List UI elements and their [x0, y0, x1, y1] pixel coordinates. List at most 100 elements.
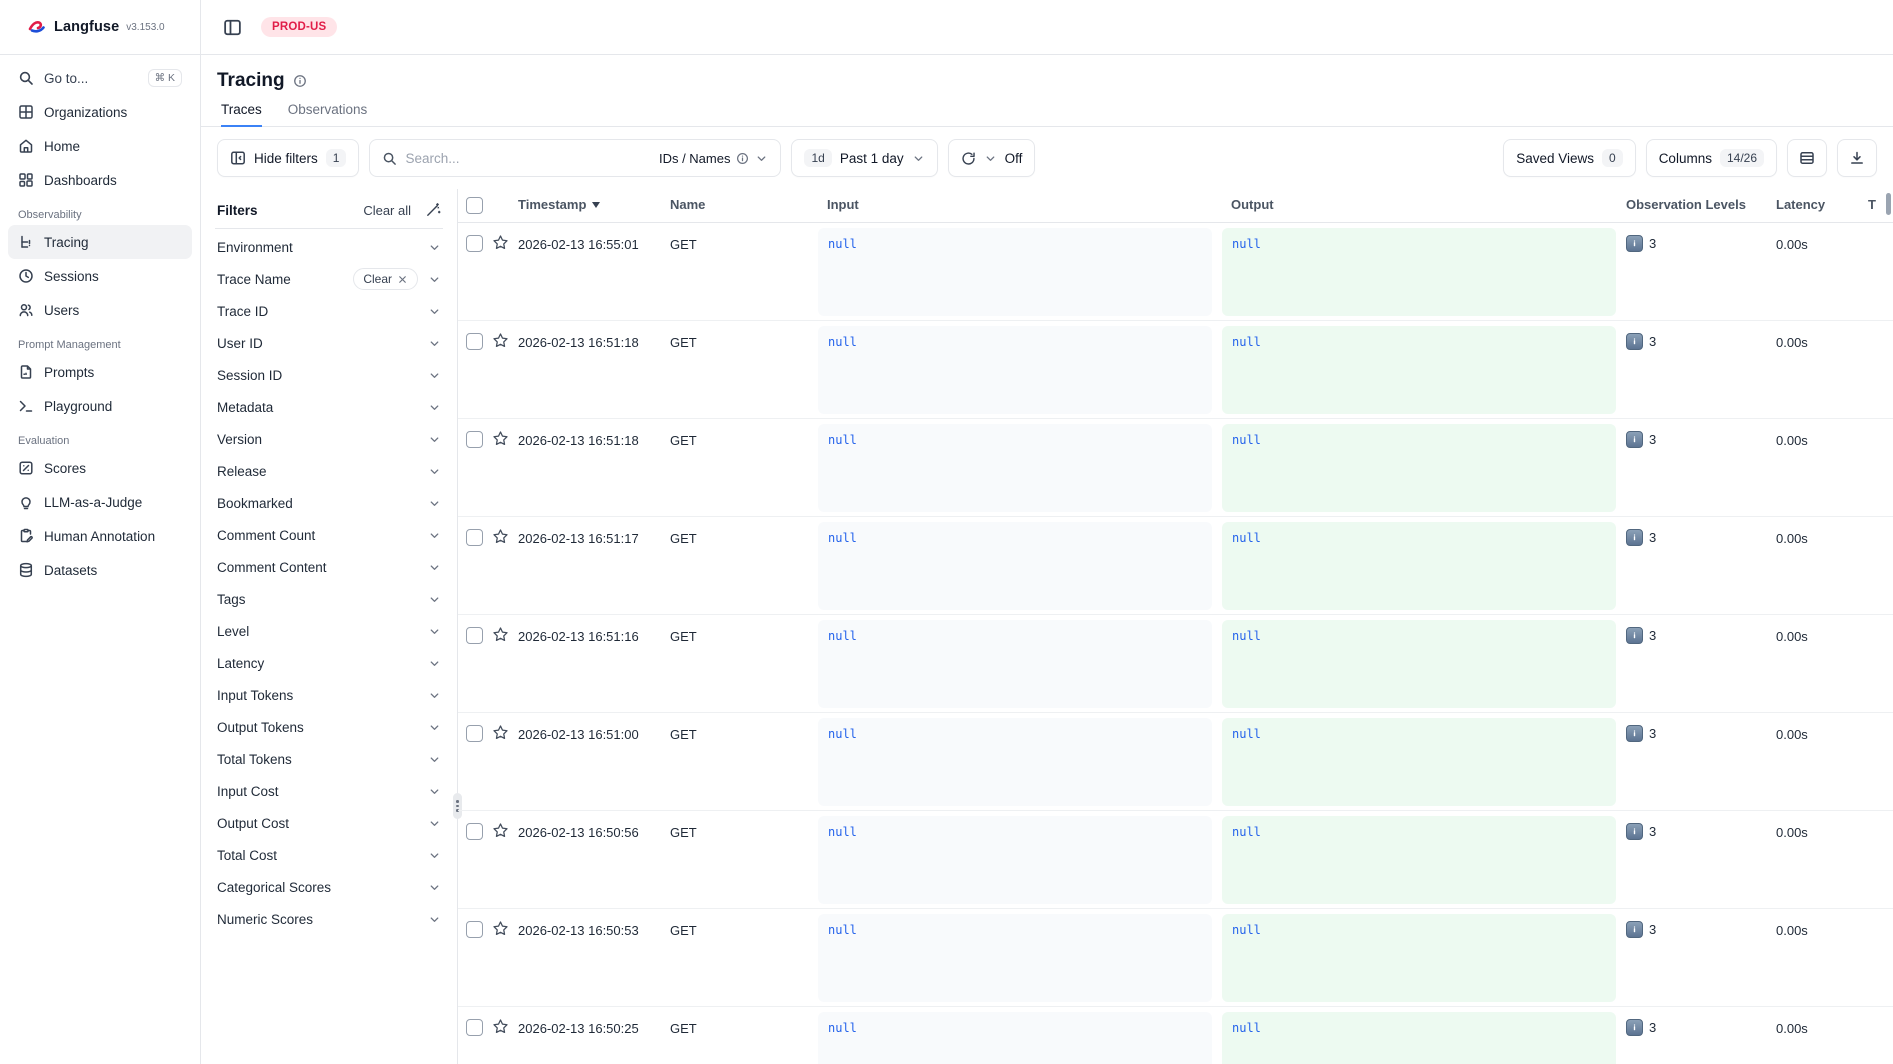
sidebar-item-llm-judge[interactable]: LLM-as-a-Judge: [8, 485, 192, 519]
output-cell[interactable]: null: [1222, 718, 1616, 806]
row-checkbox[interactable]: [466, 627, 483, 644]
bookmark-star-icon[interactable]: [492, 822, 518, 839]
sidebar-item-scores[interactable]: Scores: [8, 451, 192, 485]
col-latency[interactable]: Latency: [1776, 189, 1868, 212]
row-checkbox[interactable]: [466, 235, 483, 252]
col-observation-levels[interactable]: Observation Levels: [1626, 189, 1776, 212]
input-cell[interactable]: null: [818, 326, 1212, 414]
bookmark-star-icon[interactable]: [492, 1018, 518, 1035]
sidebar-item-human-annotation[interactable]: Human Annotation: [8, 519, 192, 553]
filter-session-id[interactable]: Session ID: [217, 359, 441, 391]
row-checkbox[interactable]: [466, 1019, 483, 1036]
auto-refresh-button[interactable]: Off: [948, 139, 1036, 177]
filter-input-tokens[interactable]: Input Tokens: [217, 679, 441, 711]
table-row[interactable]: 2026-02-13 16:55:01 GET null null 3 0.00…: [458, 223, 1893, 321]
col-timestamp[interactable]: Timestamp: [518, 189, 670, 212]
bookmark-star-icon[interactable]: [492, 920, 518, 937]
filter-comment-count[interactable]: Comment Count: [217, 519, 441, 551]
select-all-checkbox[interactable]: [466, 197, 483, 214]
output-cell[interactable]: null: [1222, 326, 1616, 414]
sidebar-item-dashboards[interactable]: Dashboards: [8, 163, 192, 197]
row-height-button[interactable]: [1787, 139, 1827, 177]
goto-search[interactable]: Go to... ⌘ K: [8, 61, 192, 95]
input-cell[interactable]: null: [818, 718, 1212, 806]
row-checkbox[interactable]: [466, 333, 483, 350]
sidebar-item-datasets[interactable]: Datasets: [8, 553, 192, 587]
table-row[interactable]: 2026-02-13 16:50:25 GET null null 3 0.00…: [458, 1007, 1893, 1064]
tab-traces[interactable]: Traces: [221, 102, 262, 126]
table-row[interactable]: 2026-02-13 16:51:17 GET null null 3 0.00…: [458, 517, 1893, 615]
time-range-button[interactable]: 1d Past 1 day: [791, 139, 937, 177]
filter-version[interactable]: Version: [217, 423, 441, 455]
input-cell[interactable]: null: [818, 228, 1212, 316]
wand-sparkles-icon[interactable]: [425, 202, 441, 218]
input-cell[interactable]: null: [818, 1012, 1212, 1064]
filter-latency[interactable]: Latency: [217, 647, 441, 679]
sidebar-toggle-button[interactable]: [217, 12, 247, 42]
sidebar-item-prompts[interactable]: Prompts: [8, 355, 192, 389]
bookmark-star-icon[interactable]: [492, 430, 518, 447]
col-output[interactable]: Output: [1222, 189, 1626, 212]
filter-categorical-scores[interactable]: Categorical Scores: [217, 871, 441, 903]
filter-output-tokens[interactable]: Output Tokens: [217, 711, 441, 743]
sidebar-item-home[interactable]: Home: [8, 129, 192, 163]
row-checkbox[interactable]: [466, 823, 483, 840]
input-cell[interactable]: null: [818, 424, 1212, 512]
bookmark-star-icon[interactable]: [492, 724, 518, 741]
export-button[interactable]: [1837, 139, 1877, 177]
row-checkbox[interactable]: [466, 431, 483, 448]
bookmark-star-icon[interactable]: [492, 332, 518, 349]
filter-output-cost[interactable]: Output Cost: [217, 807, 441, 839]
filter-user-id[interactable]: User ID: [217, 327, 441, 359]
table-row[interactable]: 2026-02-13 16:51:18 GET null null 3 0.00…: [458, 419, 1893, 517]
filter-input-cost[interactable]: Input Cost: [217, 775, 441, 807]
filter-trace-id[interactable]: Trace ID: [217, 295, 441, 327]
clear-all-filters[interactable]: Clear all: [363, 203, 411, 218]
filter-bookmarked[interactable]: Bookmarked: [217, 487, 441, 519]
output-cell[interactable]: null: [1222, 228, 1616, 316]
sidebar-item-playground[interactable]: Playground: [8, 389, 192, 423]
columns-button[interactable]: Columns 14/26: [1646, 139, 1777, 177]
sidebar-item-organizations[interactable]: Organizations: [8, 95, 192, 129]
row-checkbox[interactable]: [466, 921, 483, 938]
table-row[interactable]: 2026-02-13 16:51:16 GET null null 3 0.00…: [458, 615, 1893, 713]
filter-tags[interactable]: Tags: [217, 583, 441, 615]
filter-clear-pill[interactable]: Clear: [353, 268, 418, 290]
input-cell[interactable]: null: [818, 522, 1212, 610]
search-input[interactable]: [405, 151, 650, 166]
input-cell[interactable]: null: [818, 620, 1212, 708]
filter-trace-name[interactable]: Trace Name Clear: [217, 263, 441, 295]
bookmark-star-icon[interactable]: [492, 528, 518, 545]
filter-total-cost[interactable]: Total Cost: [217, 839, 441, 871]
row-checkbox[interactable]: [466, 529, 483, 546]
saved-views-button[interactable]: Saved Views 0: [1503, 139, 1635, 177]
filter-release[interactable]: Release: [217, 455, 441, 487]
output-cell[interactable]: null: [1222, 522, 1616, 610]
filter-metadata[interactable]: Metadata: [217, 391, 441, 423]
filter-level[interactable]: Level: [217, 615, 441, 647]
filter-environment[interactable]: Environment: [217, 231, 441, 263]
table-row[interactable]: 2026-02-13 16:51:18 GET null null 3 0.00…: [458, 321, 1893, 419]
hide-filters-button[interactable]: Hide filters 1: [217, 139, 359, 177]
table-row[interactable]: 2026-02-13 16:51:00 GET null null 3 0.00…: [458, 713, 1893, 811]
scrollbar-thumb[interactable]: [1886, 193, 1891, 215]
search-scope-selector[interactable]: IDs / Names: [659, 151, 769, 166]
output-cell[interactable]: null: [1222, 914, 1616, 1002]
output-cell[interactable]: null: [1222, 816, 1616, 904]
input-cell[interactable]: null: [818, 914, 1212, 1002]
filter-total-tokens[interactable]: Total Tokens: [217, 743, 441, 775]
filter-comment-content[interactable]: Comment Content: [217, 551, 441, 583]
input-cell[interactable]: null: [818, 816, 1212, 904]
tab-observations[interactable]: Observations: [288, 102, 368, 126]
page-info-icon[interactable]: [293, 74, 307, 88]
output-cell[interactable]: null: [1222, 1012, 1616, 1064]
filter-numeric-scores[interactable]: Numeric Scores: [217, 903, 441, 935]
table-row[interactable]: 2026-02-13 16:50:56 GET null null 3 0.00…: [458, 811, 1893, 909]
environment-badge[interactable]: PROD-US: [261, 17, 337, 37]
output-cell[interactable]: null: [1222, 620, 1616, 708]
col-name[interactable]: Name: [670, 189, 818, 212]
output-cell[interactable]: null: [1222, 424, 1616, 512]
bookmark-star-icon[interactable]: [492, 234, 518, 251]
bookmark-star-icon[interactable]: [492, 626, 518, 643]
sidebar-item-sessions[interactable]: Sessions: [8, 259, 192, 293]
